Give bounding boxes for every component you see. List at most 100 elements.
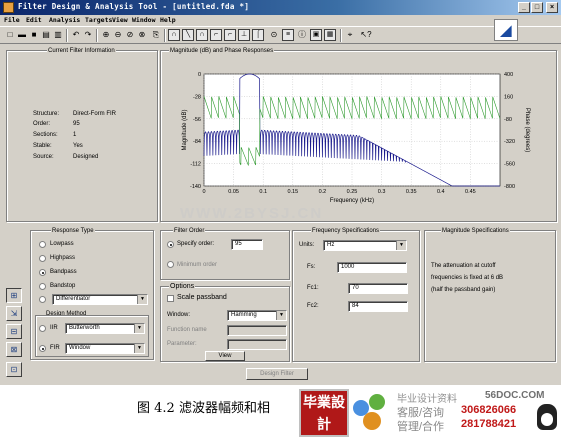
- qq-penguin-icon: [537, 404, 557, 430]
- x-tick-label: 0.05: [228, 189, 239, 195]
- noise-icon[interactable]: ▦: [324, 29, 336, 41]
- y2-tick-label: -80: [504, 117, 512, 123]
- window-value: Hamming: [231, 312, 257, 318]
- units-dropdown[interactable]: Hz ▼: [323, 240, 407, 251]
- realize-model-icon[interactable]: ⊡: [6, 362, 22, 377]
- x-tick-label: 0.4: [437, 189, 445, 195]
- fir-radio[interactable]: [39, 345, 46, 352]
- iir-method-value: Butterworth: [69, 325, 100, 331]
- quantize-icon[interactable]: ⊟: [6, 324, 22, 339]
- other-response-dropdown[interactable]: Differentiator ▼: [52, 294, 148, 305]
- x-tick-label: 0.1: [259, 189, 267, 195]
- minimum-order-radio[interactable]: [167, 261, 174, 268]
- new-icon[interactable]: □: [4, 29, 16, 41]
- info-icon[interactable]: ⓘ: [296, 29, 308, 41]
- pole-zero-icon[interactable]: ⊙: [268, 29, 280, 41]
- fc1-label: Fc1:: [307, 285, 319, 291]
- impulse-icon[interactable]: ⊥: [238, 29, 250, 41]
- chevron-down-icon: ▼: [137, 295, 147, 304]
- full-view-icon[interactable]: ⎘: [150, 29, 162, 41]
- scale-passband-checkbox[interactable]: [167, 295, 174, 302]
- fc2-field[interactable]: 84: [348, 301, 408, 312]
- matlab-logo-icon: ◢: [494, 19, 518, 41]
- promo-badge-text: 毕業設計: [303, 394, 345, 432]
- specify-order-radio[interactable]: [167, 241, 174, 248]
- zoom-y-icon[interactable]: ⊗: [136, 29, 148, 41]
- other-response-value: Differentiator: [56, 296, 91, 302]
- zoom-out-icon[interactable]: ⊖: [112, 29, 124, 41]
- y2-tick-label: -560: [504, 162, 515, 168]
- watermark: WWW.2BYSJ.CN: [180, 205, 324, 222]
- menu-window[interactable]: Window: [132, 16, 155, 24]
- bandpass-radio[interactable]: [39, 269, 46, 276]
- design-filter-icon[interactable]: ⊞: [6, 288, 22, 303]
- zoom-x-icon[interactable]: ⊘: [124, 29, 136, 41]
- menu-edit[interactable]: Edit: [26, 16, 42, 24]
- people-icon: [353, 394, 393, 432]
- chevron-down-icon: ▼: [276, 311, 286, 320]
- function-name-field[interactable]: [227, 325, 287, 336]
- close-button[interactable]: ×: [546, 2, 558, 13]
- specify-order-label: Specify order:: [177, 241, 215, 247]
- y2-axis-label: Phase (degrees): [524, 108, 530, 152]
- menu-analysis[interactable]: Analysis: [49, 16, 80, 24]
- design-filter-button[interactable]: Design Filter: [246, 368, 308, 380]
- menu-bar: File Edit Analysis Targets View Window H…: [0, 15, 561, 26]
- parameter-field[interactable]: [227, 339, 287, 350]
- whats-this-icon[interactable]: ↖?: [360, 29, 372, 41]
- menu-targets[interactable]: Targets: [85, 16, 112, 24]
- magnitude-phase-chart: 0 0.05 0.1 0.15 0.2 0.25 0.3 0.35 0.4 0.45 0 -28 -56…: [182, 72, 530, 204]
- magnitude-icon[interactable]: ∩: [168, 29, 180, 41]
- maximize-button[interactable]: □: [531, 2, 543, 13]
- toolbar: □ ▬ ■ ▤ ▥ ↶ ↷ ⊕ ⊖ ⊘ ⊗ ⎘ ∩ ╲ ∩ ⌐ ⌐ ⊥ ⌠ ⊙ …: [0, 26, 561, 44]
- function-name-label: Function name: [167, 327, 207, 333]
- import-filter-icon[interactable]: ⇲: [6, 306, 22, 321]
- highpass-radio[interactable]: [39, 255, 46, 262]
- y-tick-label: -112: [190, 162, 201, 168]
- phase-icon[interactable]: ╲: [182, 29, 194, 41]
- fir-method-value: Window: [69, 345, 91, 351]
- y2-tick-label: 160: [504, 94, 513, 100]
- minimize-button[interactable]: _: [518, 2, 530, 13]
- bandstop-radio[interactable]: [39, 283, 46, 290]
- data-cursor-icon[interactable]: ⌖: [344, 29, 356, 41]
- parameter-label: Parameter:: [167, 341, 197, 347]
- other-response-radio[interactable]: [39, 296, 46, 303]
- save-icon[interactable]: ■: [28, 29, 40, 41]
- menu-file[interactable]: File: [4, 16, 20, 24]
- iir-method-dropdown[interactable]: Butterworth ▼: [65, 323, 145, 334]
- fc1-field[interactable]: 70: [348, 283, 408, 294]
- promo-line-1: 毕业设计资料: [397, 394, 457, 405]
- filter-structure-icon[interactable]: ▣: [310, 29, 322, 41]
- open-icon[interactable]: ▬: [16, 29, 28, 41]
- iir-radio[interactable]: [39, 325, 46, 332]
- zoom-in-icon[interactable]: ⊕: [100, 29, 112, 41]
- magnitude-spec-title: Magnitude Specifications: [441, 228, 510, 234]
- step-icon[interactable]: ⌠: [252, 29, 264, 41]
- stable-value: Yes: [73, 143, 83, 149]
- options-panel: Options Scale passband Window: Hamming ▼…: [160, 283, 290, 362]
- coefficients-icon[interactable]: ≡: [282, 29, 294, 41]
- undo-icon[interactable]: ↶: [70, 29, 82, 41]
- fir-method-dropdown[interactable]: Window ▼: [65, 343, 145, 354]
- lowpass-radio[interactable]: [39, 241, 46, 248]
- x-tick-label: 0: [202, 189, 205, 195]
- print-icon[interactable]: ▤: [40, 29, 52, 41]
- options-title: Options: [169, 283, 196, 290]
- phase-delay-icon[interactable]: ⌐: [224, 29, 236, 41]
- y-tick-label: -140: [190, 184, 201, 190]
- stable-label: Stable:: [33, 143, 52, 149]
- transform-icon[interactable]: ⊠: [6, 342, 22, 357]
- group-delay-icon[interactable]: ⌐: [210, 29, 222, 41]
- window-dropdown[interactable]: Hamming ▼: [227, 310, 287, 321]
- specify-order-field[interactable]: 95: [231, 239, 263, 250]
- magnitude-phase-icon[interactable]: ∩: [196, 29, 208, 41]
- fs-field[interactable]: 1000: [337, 262, 407, 273]
- menu-view[interactable]: View: [112, 16, 128, 24]
- redo-icon[interactable]: ↷: [82, 29, 94, 41]
- menu-help[interactable]: Help: [160, 16, 176, 24]
- print-preview-icon[interactable]: ▥: [52, 29, 64, 41]
- view-window-button[interactable]: View: [205, 351, 245, 361]
- scale-passband-label: Scale passband: [177, 294, 227, 301]
- fc2-label: Fc2:: [307, 303, 319, 309]
